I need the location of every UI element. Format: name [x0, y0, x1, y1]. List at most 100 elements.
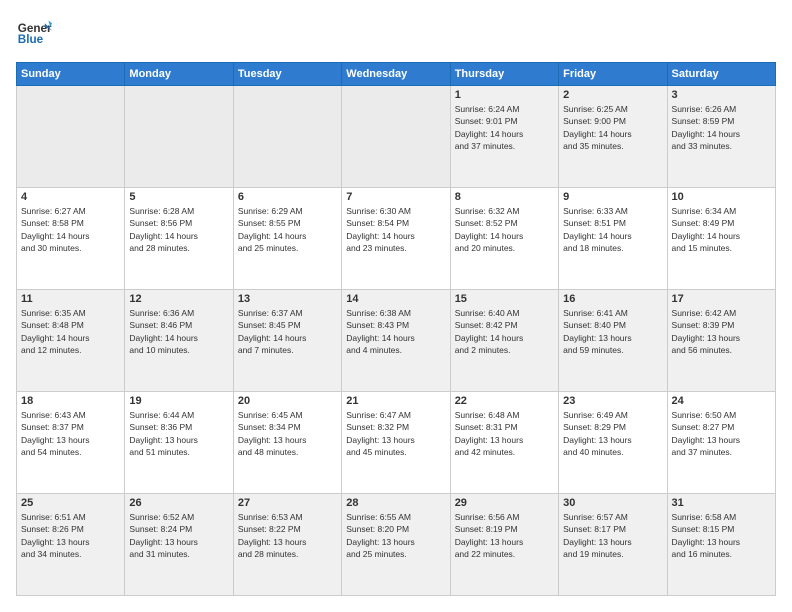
day-number: 3 — [672, 89, 771, 101]
calendar-cell: 17 Sunrise: 6:42 AM Sunset: 8:39 PM Dayli… — [667, 290, 775, 392]
calendar-cell: 15 Sunrise: 6:40 AM Sunset: 8:42 PM Dayli… — [450, 290, 558, 392]
calendar-cell: 18 Sunrise: 6:43 AM Sunset: 8:37 PM Dayli… — [17, 392, 125, 494]
day-info: Sunrise: 6:58 AM Sunset: 8:15 PM Dayligh… — [672, 511, 771, 560]
day-number: 16 — [563, 293, 662, 305]
day-info: Sunrise: 6:29 AM Sunset: 8:55 PM Dayligh… — [238, 205, 337, 254]
calendar-cell: 14 Sunrise: 6:38 AM Sunset: 8:43 PM Dayli… — [342, 290, 450, 392]
day-number: 19 — [129, 395, 228, 407]
day-number: 24 — [672, 395, 771, 407]
header: General Blue — [16, 16, 776, 52]
calendar-cell: 31 Sunrise: 6:58 AM Sunset: 8:15 PM Dayli… — [667, 494, 775, 596]
day-number: 29 — [455, 497, 554, 509]
weekday-sunday: Sunday — [17, 63, 125, 86]
day-info: Sunrise: 6:47 AM Sunset: 8:32 PM Dayligh… — [346, 409, 445, 458]
day-info: Sunrise: 6:40 AM Sunset: 8:42 PM Dayligh… — [455, 307, 554, 356]
day-number: 22 — [455, 395, 554, 407]
weekday-header-row: SundayMondayTuesdayWednesdayThursdayFrid… — [17, 63, 776, 86]
calendar-cell: 24Sunrise: 6:50 AM Sunset: 8:27 PM Dayli… — [667, 392, 775, 494]
day-number: 17 — [672, 293, 771, 305]
day-info: Sunrise: 6:56 AM Sunset: 8:19 PM Dayligh… — [455, 511, 554, 560]
calendar-cell: 12 Sunrise: 6:36 AM Sunset: 8:46 PM Dayli… — [125, 290, 233, 392]
calendar-cell: 28Sunrise: 6:55 AM Sunset: 8:20 PM Dayli… — [342, 494, 450, 596]
calendar-cell — [233, 86, 341, 188]
day-info: Sunrise: 6:48 AM Sunset: 8:31 PM Dayligh… — [455, 409, 554, 458]
calendar-cell: 27 Sunrise: 6:53 AM Sunset: 8:22 PM Dayli… — [233, 494, 341, 596]
day-info: Sunrise: 6:27 AM Sunset: 8:58 PM Dayligh… — [21, 205, 120, 254]
calendar-cell: 5Sunrise: 6:28 AM Sunset: 8:56 PM Daylig… — [125, 188, 233, 290]
day-info: Sunrise: 6:49 AM Sunset: 8:29 PM Dayligh… — [563, 409, 662, 458]
weekday-monday: Monday — [125, 63, 233, 86]
calendar-cell: 25 Sunrise: 6:51 AM Sunset: 8:26 PM Dayli… — [17, 494, 125, 596]
day-info: Sunrise: 6:26 AM Sunset: 8:59 PM Dayligh… — [672, 103, 771, 152]
weekday-tuesday: Tuesday — [233, 63, 341, 86]
calendar-cell: 1Sunrise: 6:24 AM Sunset: 9:01 PM Daylig… — [450, 86, 558, 188]
day-number: 25 — [21, 497, 120, 509]
calendar-cell: 8 Sunrise: 6:32 AM Sunset: 8:52 PM Daylig… — [450, 188, 558, 290]
day-number: 18 — [21, 395, 120, 407]
day-number: 1 — [455, 89, 554, 101]
day-info: Sunrise: 6:37 AM Sunset: 8:45 PM Dayligh… — [238, 307, 337, 356]
calendar-cell: 20 Sunrise: 6:45 AM Sunset: 8:34 PM Dayli… — [233, 392, 341, 494]
day-info: Sunrise: 6:41 AM Sunset: 8:40 PM Dayligh… — [563, 307, 662, 356]
day-number: 21 — [346, 395, 445, 407]
day-number: 31 — [672, 497, 771, 509]
day-number: 26 — [129, 497, 228, 509]
day-number: 12 — [129, 293, 228, 305]
calendar-cell: 19 Sunrise: 6:44 AM Sunset: 8:36 PM Dayli… — [125, 392, 233, 494]
day-number: 4 — [21, 191, 120, 203]
day-info: Sunrise: 6:36 AM Sunset: 8:46 PM Dayligh… — [129, 307, 228, 356]
day-info: Sunrise: 6:52 AM Sunset: 8:24 PM Dayligh… — [129, 511, 228, 560]
day-info: Sunrise: 6:51 AM Sunset: 8:26 PM Dayligh… — [21, 511, 120, 560]
calendar-cell: 4 Sunrise: 6:27 AM Sunset: 8:58 PM Daylig… — [17, 188, 125, 290]
day-info: Sunrise: 6:57 AM Sunset: 8:17 PM Dayligh… — [563, 511, 662, 560]
calendar-table: SundayMondayTuesdayWednesdayThursdayFrid… — [16, 62, 776, 596]
day-number: 5 — [129, 191, 228, 203]
day-number: 30 — [563, 497, 662, 509]
weekday-saturday: Saturday — [667, 63, 775, 86]
day-number: 14 — [346, 293, 445, 305]
day-number: 10 — [672, 191, 771, 203]
weekday-friday: Friday — [559, 63, 667, 86]
calendar-cell — [17, 86, 125, 188]
calendar-cell: 22 Sunrise: 6:48 AM Sunset: 8:31 PM Dayli… — [450, 392, 558, 494]
calendar-cell: 11 Sunrise: 6:35 AM Sunset: 8:48 PM Dayli… — [17, 290, 125, 392]
day-info: Sunrise: 6:53 AM Sunset: 8:22 PM Dayligh… — [238, 511, 337, 560]
logo-icon: General Blue — [16, 16, 52, 52]
day-info: Sunrise: 6:35 AM Sunset: 8:48 PM Dayligh… — [21, 307, 120, 356]
day-info: Sunrise: 6:42 AM Sunset: 8:39 PM Dayligh… — [672, 307, 771, 356]
day-info: Sunrise: 6:30 AM Sunset: 8:54 PM Dayligh… — [346, 205, 445, 254]
week-row-1: 1Sunrise: 6:24 AM Sunset: 9:01 PM Daylig… — [17, 86, 776, 188]
calendar-cell: 6 Sunrise: 6:29 AM Sunset: 8:55 PM Daylig… — [233, 188, 341, 290]
calendar-cell: 7Sunrise: 6:30 AM Sunset: 8:54 PM Daylig… — [342, 188, 450, 290]
day-number: 8 — [455, 191, 554, 203]
calendar-cell: 29 Sunrise: 6:56 AM Sunset: 8:19 PM Dayli… — [450, 494, 558, 596]
day-info: Sunrise: 6:45 AM Sunset: 8:34 PM Dayligh… — [238, 409, 337, 458]
day-number: 6 — [238, 191, 337, 203]
day-number: 20 — [238, 395, 337, 407]
page: General Blue SundayMondayTuesdayWednesda… — [0, 0, 792, 612]
day-info: Sunrise: 6:25 AM Sunset: 9:00 PM Dayligh… — [563, 103, 662, 152]
calendar-cell: 16 Sunrise: 6:41 AM Sunset: 8:40 PM Dayli… — [559, 290, 667, 392]
day-number: 15 — [455, 293, 554, 305]
day-number: 28 — [346, 497, 445, 509]
calendar-cell: 23 Sunrise: 6:49 AM Sunset: 8:29 PM Dayli… — [559, 392, 667, 494]
week-row-4: 18 Sunrise: 6:43 AM Sunset: 8:37 PM Dayli… — [17, 392, 776, 494]
calendar-cell: 13Sunrise: 6:37 AM Sunset: 8:45 PM Dayli… — [233, 290, 341, 392]
day-info: Sunrise: 6:43 AM Sunset: 8:37 PM Dayligh… — [21, 409, 120, 458]
day-number: 27 — [238, 497, 337, 509]
week-row-3: 11 Sunrise: 6:35 AM Sunset: 8:48 PM Dayli… — [17, 290, 776, 392]
day-info: Sunrise: 6:33 AM Sunset: 8:51 PM Dayligh… — [563, 205, 662, 254]
week-row-2: 4 Sunrise: 6:27 AM Sunset: 8:58 PM Daylig… — [17, 188, 776, 290]
weekday-thursday: Thursday — [450, 63, 558, 86]
day-number: 23 — [563, 395, 662, 407]
calendar-cell: 3 Sunrise: 6:26 AM Sunset: 8:59 PM Daylig… — [667, 86, 775, 188]
day-number: 2 — [563, 89, 662, 101]
day-number: 9 — [563, 191, 662, 203]
day-number: 11 — [21, 293, 120, 305]
calendar-cell: 10Sunrise: 6:34 AM Sunset: 8:49 PM Dayli… — [667, 188, 775, 290]
day-info: Sunrise: 6:44 AM Sunset: 8:36 PM Dayligh… — [129, 409, 228, 458]
day-info: Sunrise: 6:32 AM Sunset: 8:52 PM Dayligh… — [455, 205, 554, 254]
weekday-wednesday: Wednesday — [342, 63, 450, 86]
calendar-cell: 21 Sunrise: 6:47 AM Sunset: 8:32 PM Dayli… — [342, 392, 450, 494]
day-info: Sunrise: 6:38 AM Sunset: 8:43 PM Dayligh… — [346, 307, 445, 356]
